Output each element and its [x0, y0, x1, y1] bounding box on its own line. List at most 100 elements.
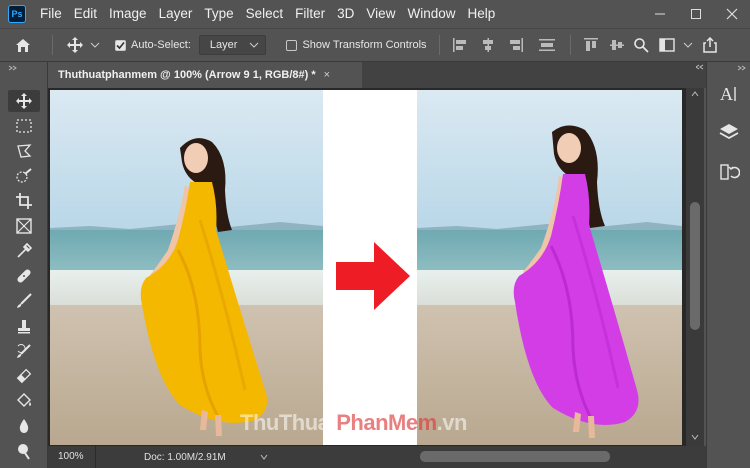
menu-type[interactable]: Type — [198, 0, 239, 28]
move-tool[interactable] — [8, 90, 40, 112]
document-tab-bar: Thuthuatphanmem @ 100% (Arrow 9 1, RGB/8… — [48, 62, 706, 88]
home-icon — [16, 39, 30, 52]
watermark: ThuThuatPhanMem.vn — [240, 410, 467, 436]
home-button[interactable] — [0, 28, 46, 62]
tab-close-icon[interactable]: × — [324, 69, 330, 81]
share-icon — [702, 37, 717, 53]
menu-view[interactable]: View — [360, 0, 401, 28]
move-icon — [67, 37, 83, 53]
distribute-icon — [538, 39, 555, 51]
menu-file[interactable]: File — [34, 0, 68, 28]
menu-3d[interactable]: 3D — [331, 0, 360, 28]
auto-select-label: Auto-Select: — [131, 39, 191, 51]
close-button[interactable] — [714, 0, 750, 28]
move-tool-preset[interactable] — [59, 28, 107, 62]
collapse-icon[interactable] — [737, 65, 747, 71]
menu-edit[interactable]: Edit — [68, 0, 103, 28]
workspace-icon — [658, 38, 675, 52]
crop-tool[interactable] — [8, 190, 40, 212]
align-center-icon — [482, 38, 493, 52]
right-panel-dock: A — [706, 62, 750, 468]
workspace-button[interactable] — [653, 28, 681, 62]
bandage-icon — [17, 269, 31, 283]
vertical-scroll-thumb[interactable] — [690, 202, 700, 330]
vertical-scrollbar[interactable] — [686, 88, 704, 446]
history-brush-tool[interactable] — [8, 340, 40, 362]
chevron-down-icon — [683, 42, 692, 48]
menu-filter[interactable]: Filter — [289, 0, 331, 28]
close-icon — [726, 8, 738, 20]
auto-select-checkbox[interactable] — [115, 39, 126, 51]
align-left-button[interactable] — [446, 28, 474, 62]
doc-size: Doc: 1.00M/2.91M — [144, 451, 226, 463]
menu-help[interactable]: Help — [461, 0, 501, 28]
watermark-part4: .vn — [436, 410, 468, 435]
zoom-level[interactable]: 100% — [48, 446, 96, 468]
quick-selection-icon — [16, 168, 32, 183]
svg-text:A: A — [720, 84, 733, 104]
photo-before — [50, 90, 323, 445]
horizontal-scroll-thumb[interactable] — [420, 451, 610, 462]
crop-icon — [16, 193, 32, 209]
minimize-button[interactable] — [642, 0, 678, 28]
photo-after — [417, 90, 682, 445]
stamp-icon — [18, 320, 30, 334]
eyedropper-tool[interactable] — [8, 240, 40, 262]
paint-bucket-icon — [17, 393, 31, 407]
menu-image[interactable]: Image — [103, 0, 153, 28]
align-center-button[interactable] — [474, 28, 502, 62]
align-middle-icon — [609, 40, 624, 50]
marquee-tool[interactable] — [8, 115, 40, 137]
distribute-button[interactable] — [530, 28, 564, 62]
scroll-up-icon[interactable] — [691, 91, 699, 97]
minimize-icon — [655, 13, 665, 15]
history-brush-icon — [17, 344, 31, 358]
blur-icon — [19, 419, 29, 433]
lasso-tool[interactable] — [8, 140, 40, 162]
layers-panel-button[interactable] — [711, 114, 747, 150]
menu-layer[interactable]: Layer — [153, 0, 199, 28]
healing-brush-tool[interactable] — [8, 265, 40, 287]
align-right-icon — [509, 38, 523, 52]
clone-stamp-tool[interactable] — [8, 315, 40, 337]
eraser-tool[interactable] — [8, 365, 40, 387]
auto-select-target-dropdown[interactable]: Layer — [198, 35, 267, 55]
menu-window[interactable]: Window — [401, 0, 461, 28]
character-panel-button[interactable]: A — [711, 76, 747, 112]
workspace-dropdown[interactable] — [681, 28, 695, 62]
document-canvas[interactable] — [50, 90, 682, 445]
align-top-icon — [583, 38, 598, 51]
quick-selection-tool[interactable] — [8, 165, 40, 187]
check-icon — [116, 41, 125, 49]
align-top-button[interactable] — [577, 28, 605, 62]
menu-select[interactable]: Select — [240, 0, 290, 28]
share-button[interactable] — [695, 28, 725, 62]
align-right-button[interactable] — [502, 28, 530, 62]
layers-icon — [719, 124, 739, 140]
align-middle-button[interactable] — [605, 28, 629, 62]
zoom-search-button[interactable] — [629, 28, 653, 62]
maximize-button[interactable] — [678, 0, 714, 28]
history-panel-button[interactable] — [711, 154, 747, 190]
brush-tool[interactable] — [8, 290, 40, 312]
brush-icon — [17, 293, 32, 308]
expand-panels-icon[interactable] — [696, 64, 704, 70]
scroll-down-icon[interactable] — [691, 434, 699, 440]
gradient-tool[interactable] — [8, 390, 40, 412]
watermark-part1: Thu — [240, 410, 279, 435]
show-transform-checkbox[interactable] — [286, 39, 298, 51]
woman-yellow-dress — [140, 138, 268, 436]
blur-tool[interactable] — [8, 415, 40, 437]
auto-select-target-value: Layer — [209, 39, 238, 51]
frame-tool[interactable] — [8, 215, 40, 237]
collapse-icon[interactable] — [8, 65, 18, 71]
status-menu-icon[interactable] — [260, 453, 268, 461]
lasso-icon — [17, 144, 32, 158]
canvas-area[interactable] — [48, 88, 686, 446]
document-tab[interactable]: Thuthuatphanmem @ 100% (Arrow 9 1, RGB/8… — [48, 62, 362, 88]
watermark-part3: PhanMem — [336, 410, 437, 435]
document-tab-title: Thuthuatphanmem @ 100% (Arrow 9 1, RGB/8… — [58, 69, 316, 81]
dodge-tool[interactable] — [8, 440, 40, 462]
history-icon — [720, 164, 740, 180]
options-bar: Auto-Select: Layer Show Transform Contro… — [0, 28, 750, 62]
